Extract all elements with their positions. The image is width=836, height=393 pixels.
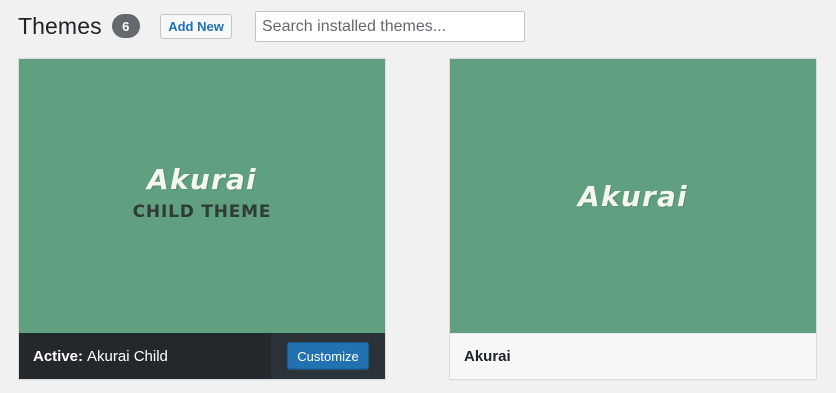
search-input[interactable] (255, 11, 525, 42)
theme-count-badge: 6 (111, 14, 140, 38)
theme-card-akurai[interactable]: Akurai Akurai (449, 58, 817, 380)
page-title: Themes (18, 12, 102, 39)
theme-name: Akurai (464, 348, 511, 365)
screenshot-title: Akurai (147, 163, 257, 196)
theme-name: Akurai Child (87, 347, 168, 365)
theme-name-bar: Akurai (450, 333, 816, 379)
theme-card-akurai-child[interactable]: Akurai CHILD THEME Active: Akurai Child … (18, 58, 386, 380)
screenshot-title: Akurai (578, 180, 688, 213)
theme-actions: Customize (271, 333, 385, 379)
customize-button[interactable]: Customize (287, 342, 369, 370)
add-new-button[interactable]: Add New (160, 14, 232, 39)
theme-screenshot[interactable]: Akurai (450, 59, 816, 334)
theme-screenshot[interactable]: Akurai CHILD THEME (19, 59, 385, 334)
page-header: Themes 6 (18, 11, 140, 41)
screenshot-subtitle: CHILD THEME (132, 202, 272, 222)
active-label: Active: (33, 347, 84, 365)
theme-name-bar: Active: Akurai Child Customize (19, 333, 385, 379)
